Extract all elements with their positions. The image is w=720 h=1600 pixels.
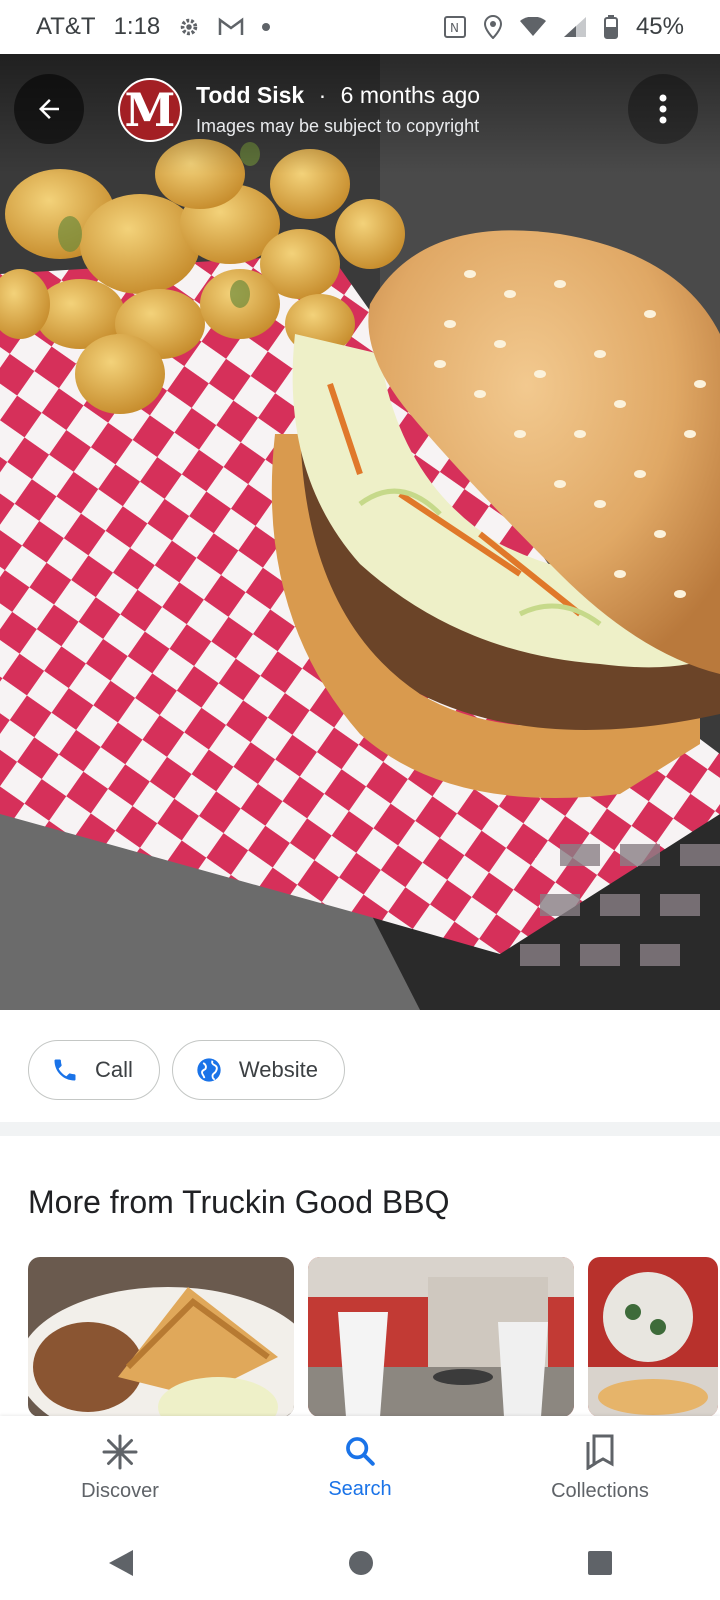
nav-discover-label: Discover (81, 1480, 159, 1502)
nav-search-label: Search (328, 1478, 392, 1500)
photo-thumbnail[interactable] (588, 1257, 718, 1417)
thumbnail-image (588, 1257, 718, 1417)
action-chips: Call Website (28, 1040, 345, 1100)
status-bar: AT&T 1:18 N 45% (0, 0, 720, 54)
system-back-icon[interactable] (107, 1548, 135, 1578)
nfc-icon: N (443, 16, 466, 38)
battery-icon (603, 15, 618, 39)
more-photos-carousel[interactable] (28, 1257, 718, 1417)
signal-icon (563, 17, 586, 37)
photo-thumbnail[interactable] (308, 1257, 574, 1417)
photo-thumbnail[interactable] (28, 1257, 294, 1417)
bottom-navigation: Discover Search Collections (0, 1416, 720, 1526)
more-options-button[interactable] (628, 74, 698, 144)
food-photo (0, 54, 720, 1010)
system-navigation (0, 1526, 720, 1600)
settings-icon (178, 16, 200, 38)
section-title: More from Truckin Good BBQ (28, 1184, 450, 1220)
author-line: Todd Sisk · 6 months ago (196, 82, 480, 109)
search-icon (346, 1437, 375, 1466)
globe-icon (197, 1058, 221, 1082)
clock: 1:18 (113, 13, 161, 40)
battery-percent: 45% (635, 13, 684, 40)
svg-text:N: N (450, 21, 459, 35)
photo-viewer[interactable]: M Todd Sisk · 6 months ago Images may be… (0, 54, 720, 1010)
nav-collections-label: Collections (551, 1480, 649, 1502)
system-recents-icon[interactable] (587, 1550, 613, 1576)
call-label: Call (95, 1057, 133, 1082)
nav-discover[interactable]: Discover (20, 1416, 220, 1503)
sparkle-icon (102, 1434, 138, 1470)
copyright-note: Images may be subject to copyright (196, 116, 480, 136)
wifi-icon (519, 17, 546, 37)
system-home-icon[interactable] (348, 1550, 374, 1576)
author-avatar[interactable]: M (118, 78, 182, 142)
more-vert-icon (659, 94, 667, 124)
author-name[interactable]: Todd Sisk (196, 82, 304, 108)
thumbnail-image (308, 1257, 574, 1417)
gmail-icon (218, 17, 244, 37)
dot-icon (262, 23, 271, 31)
section-divider (0, 1122, 720, 1136)
phone-icon (54, 1059, 76, 1081)
carrier-label: AT&T (36, 13, 96, 40)
back-button[interactable] (14, 74, 84, 144)
separator: · (318, 82, 327, 108)
call-button[interactable]: Call (28, 1040, 160, 1100)
nav-collections[interactable]: Collections (500, 1416, 700, 1503)
nav-search[interactable]: Search (260, 1416, 460, 1501)
photo-header (0, 54, 720, 174)
website-button[interactable]: Website (171, 1040, 345, 1100)
posted-time: 6 months ago (340, 82, 481, 108)
location-icon (483, 15, 502, 39)
thumbnail-image (28, 1257, 294, 1417)
collections-icon (586, 1434, 614, 1470)
arrow-back-icon (39, 99, 59, 119)
website-label: Website (238, 1057, 318, 1082)
